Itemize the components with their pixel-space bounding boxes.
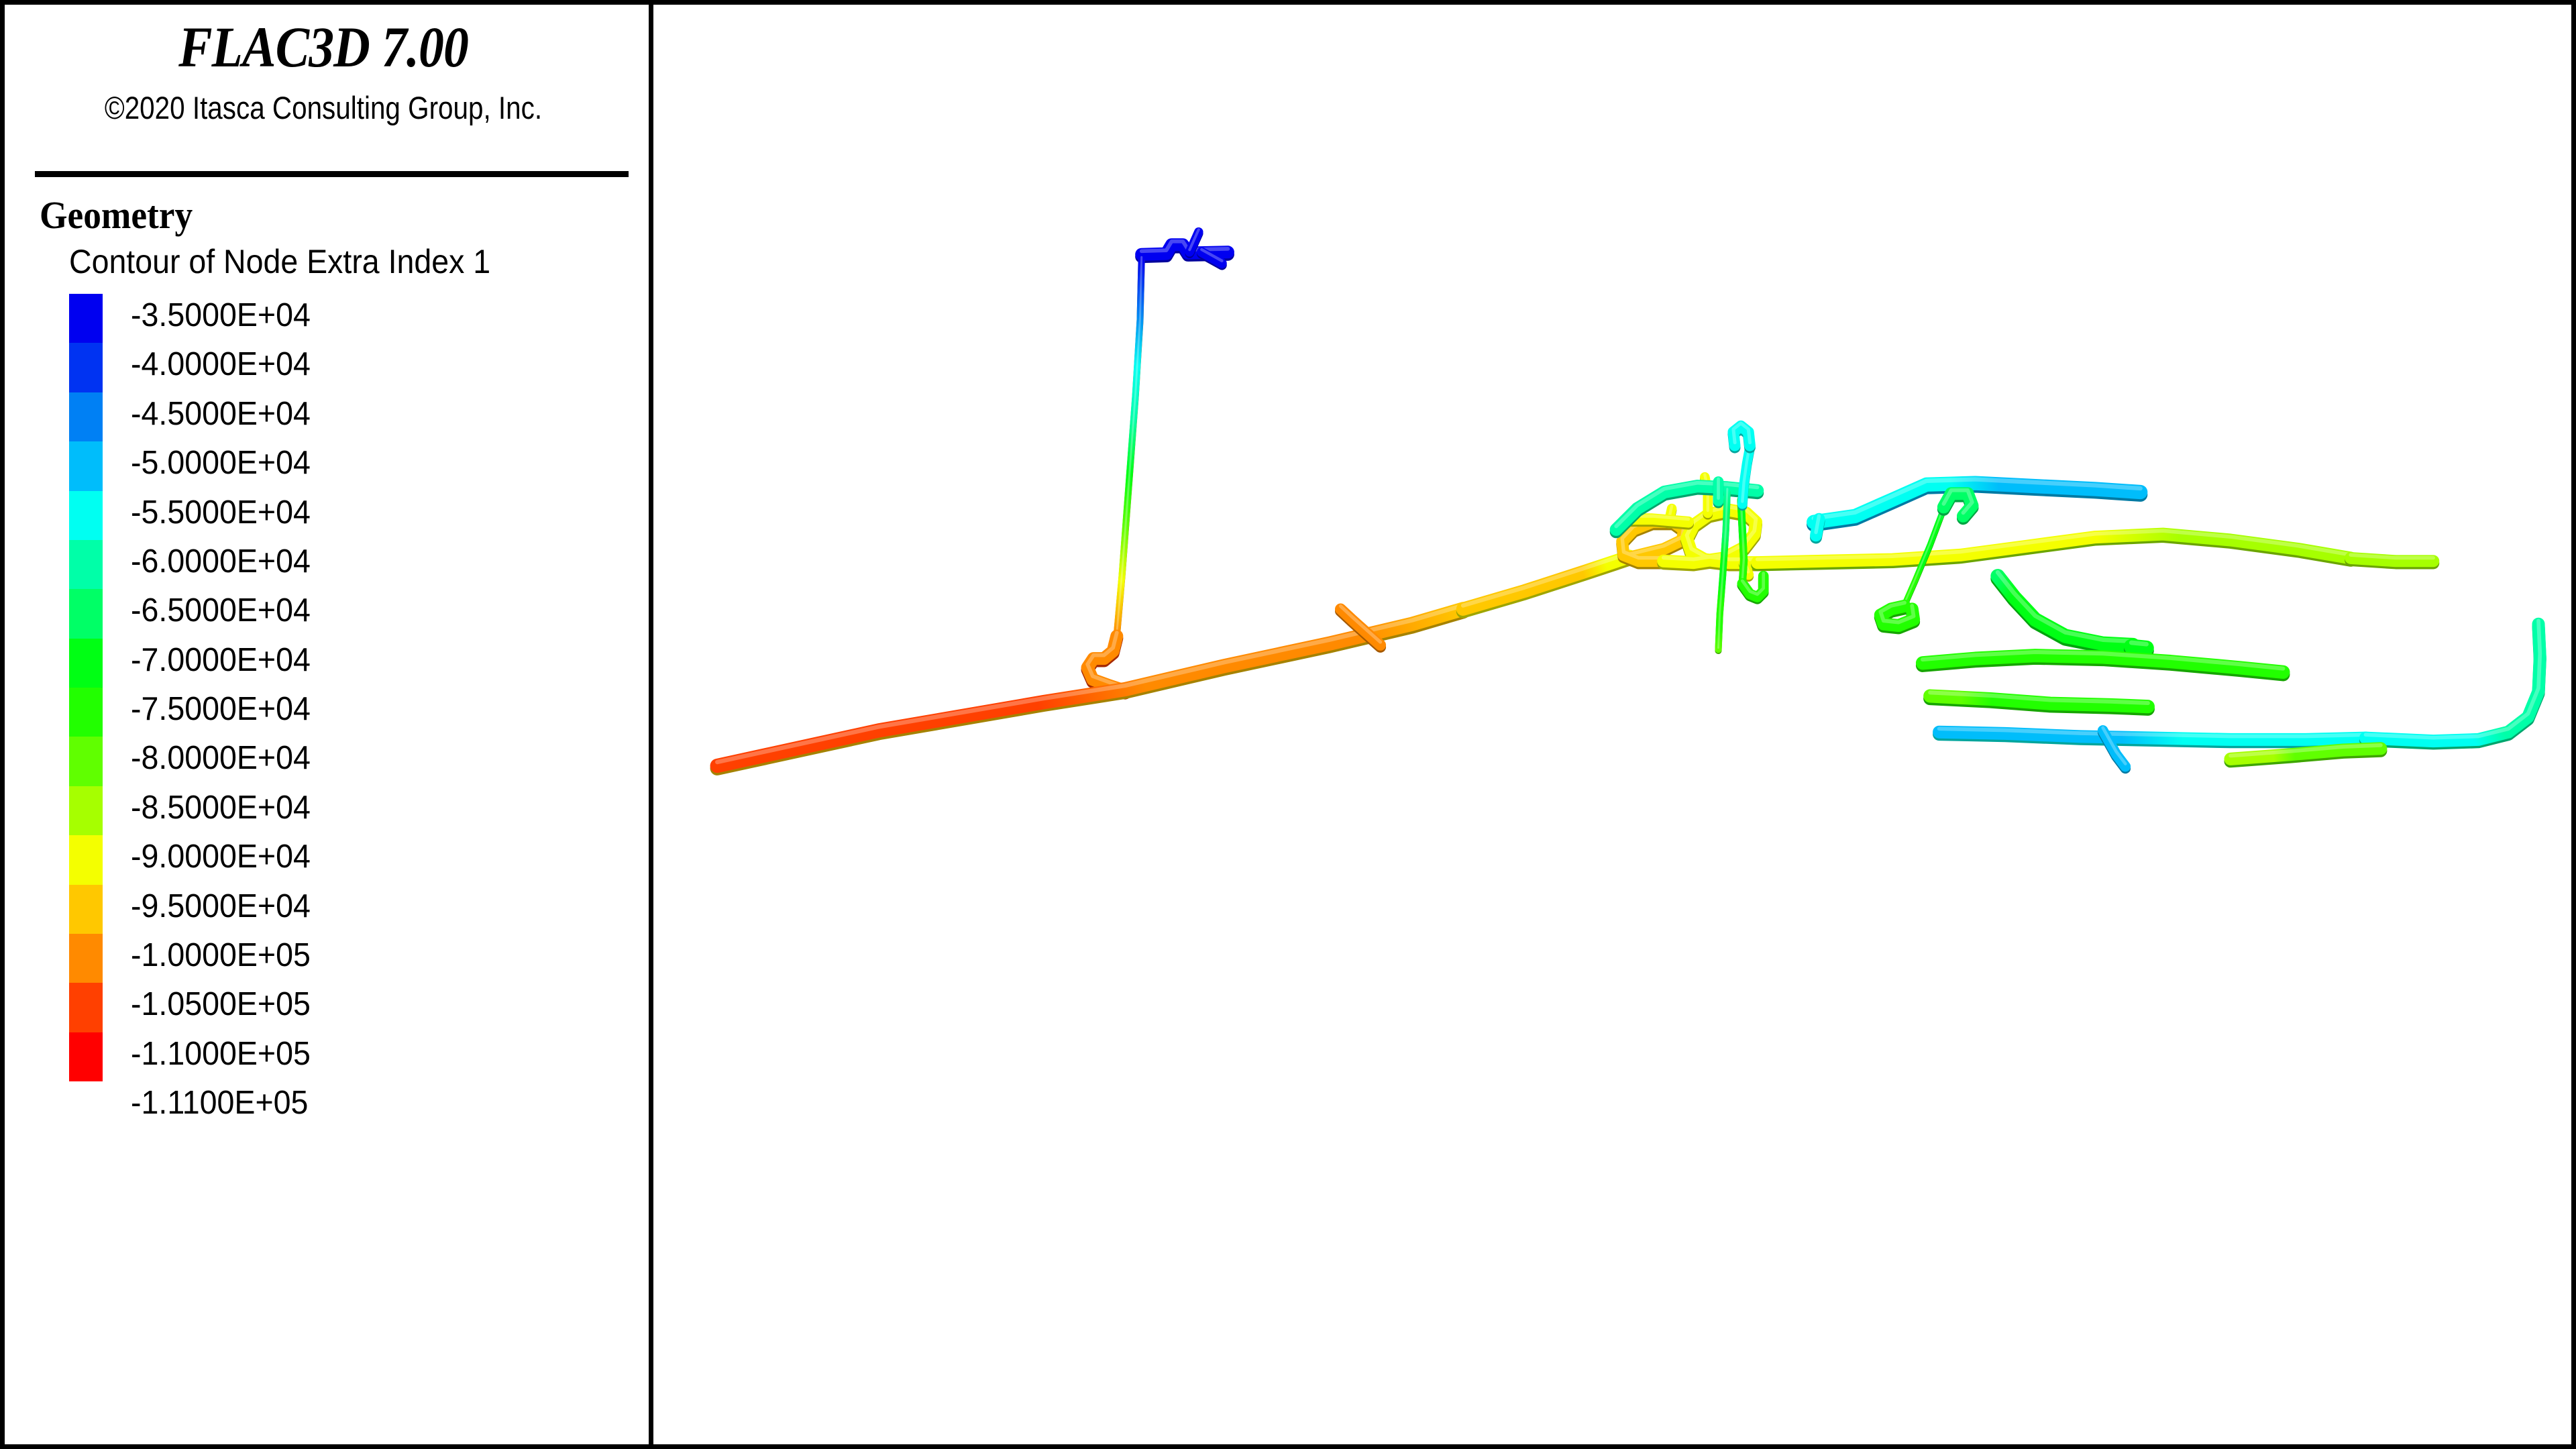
color-band-8 (69, 688, 103, 737)
color-scale-label-9: -8.0000E+04 (131, 740, 311, 776)
color-band-9 (69, 737, 103, 786)
tunnel-network-3d-view[interactable] (653, 5, 2576, 1444)
color-band-10 (69, 786, 103, 836)
tunnel-segment-yellow-long-east-drift (1751, 527, 2357, 572)
color-scale-label-16: -1.1100E+05 (131, 1085, 309, 1121)
legend-section-title: Geometry (40, 193, 193, 237)
color-scale-label-1: -4.0000E+04 (131, 346, 311, 382)
color-band-7 (69, 638, 103, 688)
tunnel-segment-decline-upper-run (1456, 549, 1637, 619)
color-band-11 (69, 835, 103, 885)
color-scale-label-6: -6.5000E+04 (131, 592, 311, 629)
color-scale-label-0: -3.5000E+04 (131, 297, 311, 333)
panel-divider (649, 5, 653, 1444)
tunnel-segment-green-east-tip (2345, 551, 2440, 570)
color-band-5 (69, 539, 103, 590)
tunnel-segment-green-curved-drift-cap (2124, 639, 2154, 659)
legend-panel: FLAC3D 7.00 ©2020 Itasca Consulting Grou… (5, 5, 649, 1444)
app-title: FLAC3D 7.00 (178, 15, 469, 79)
color-scale-bar (69, 294, 103, 1081)
color-scale-label-13: -1.0000E+05 (131, 937, 311, 973)
tube-body (1456, 549, 1637, 616)
color-scale-labels: -3.5000E+04 -4.0000E+04 -4.5000E+04 -5.0000… (131, 294, 506, 1121)
color-band-13 (69, 933, 103, 983)
tunnel-tubes (710, 227, 2546, 775)
legend-plot-title: Contour of Node Extra Index 1 (69, 243, 491, 280)
tunnel-segment-blue-east-drift (1933, 725, 2373, 749)
color-scale-label-15: -1.1000E+05 (131, 1036, 311, 1072)
tunnel-segment-lime-block-foot (1874, 599, 1921, 635)
tunnel-segment-green-long-drift-1 (1915, 649, 2290, 682)
color-scale-label-12: -9.5000E+04 (131, 888, 311, 924)
color-band-15 (69, 1032, 103, 1081)
tube-body (2124, 639, 2154, 656)
tunnel-segment-cyan-stub-head (1727, 420, 1756, 453)
color-band-0 (69, 294, 103, 343)
color-scale-label-4: -5.5000E+04 (131, 494, 311, 531)
color-scale-label-11: -9.0000E+04 (131, 839, 311, 875)
tube-highlight (2129, 640, 2149, 647)
tube-body (1113, 255, 1145, 638)
color-scale-label-10: -8.5000E+04 (131, 790, 311, 826)
color-band-3 (69, 441, 103, 491)
model-view-panel[interactable] (653, 5, 2571, 1444)
color-band-4 (69, 490, 103, 540)
tunnel-segment-teal-block-head (1937, 487, 1979, 525)
color-band-6 (69, 589, 103, 639)
copyright-notice: ©2020 Itasca Consulting Group, Inc. (104, 90, 543, 125)
tunnel-segment-green-long-drift-2 (1923, 689, 2155, 716)
color-scale-label-7: -7.0000E+04 (131, 642, 311, 678)
color-scale-label-14: -1.0500E+05 (131, 986, 311, 1022)
color-scale-label-5: -6.0000E+04 (131, 543, 311, 580)
header-divider-rule (35, 171, 629, 177)
tube-body (1990, 569, 2141, 653)
tunnel-segment-main-vertical-shaft (1113, 255, 1145, 639)
color-scale-label-3: -5.0000E+04 (131, 445, 311, 481)
color-band-14 (69, 983, 103, 1032)
color-scale-label-2: -4.5000E+04 (131, 396, 311, 432)
tunnel-segment-cyan-top-drift-stub (1810, 513, 1825, 544)
color-scale-label-8: -7.5000E+04 (131, 691, 311, 727)
tunnel-segment-green-curved-drift (1990, 569, 2141, 655)
flac3d-plot-frame: FLAC3D 7.00 ©2020 Itasca Consulting Grou… (0, 0, 2576, 1449)
color-band-1 (69, 343, 103, 392)
color-band-2 (69, 392, 103, 442)
tube-highlight (1460, 551, 1632, 608)
tunnel-segment-cyan-east-drift-tail (2359, 617, 2546, 750)
color-band-12 (69, 884, 103, 934)
